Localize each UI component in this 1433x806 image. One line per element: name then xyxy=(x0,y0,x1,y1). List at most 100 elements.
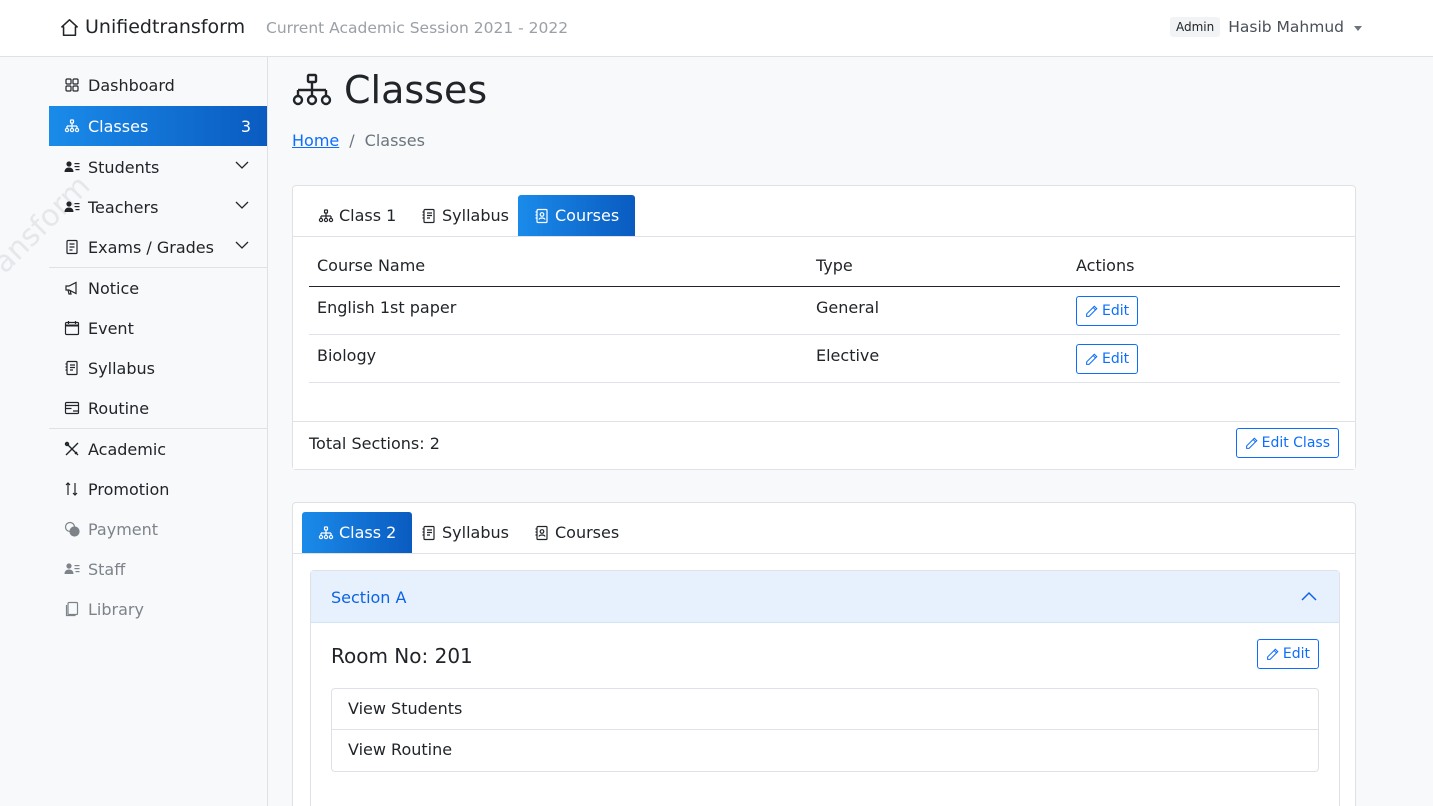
sidebar-item-label: Teachers xyxy=(88,197,159,217)
button-label: Edit xyxy=(1102,303,1130,319)
megaphone-icon xyxy=(64,280,80,296)
journal-person-icon xyxy=(535,208,548,223)
tab-label: Syllabus xyxy=(442,523,509,542)
sidebar-item-label: Promotion xyxy=(88,479,170,499)
brand-name: Unifiedtransform xyxy=(85,16,246,38)
sidebar-item-teachers[interactable]: Teachers xyxy=(49,187,267,227)
sidebar-item-label: Students xyxy=(88,157,160,177)
sidebar-item-event[interactable]: Event xyxy=(49,308,267,348)
actions-cell: Edit xyxy=(1068,286,1340,335)
journal-text-icon xyxy=(422,208,435,223)
pencil-icon xyxy=(1086,352,1098,365)
sidebar-item-label: Event xyxy=(88,318,134,338)
edit-course-button[interactable]: Edit xyxy=(1076,344,1139,374)
sidebar-item-classes[interactable]: Classes 3 xyxy=(49,106,267,146)
file-text-icon xyxy=(64,239,80,255)
column-header: Actions xyxy=(1068,256,1340,287)
button-label: Edit xyxy=(1282,646,1310,662)
breadcrumb-separator: / xyxy=(349,131,355,150)
journal-text-icon xyxy=(422,525,435,540)
hierarchy-icon xyxy=(292,73,332,106)
sidebar-item-label: Payment xyxy=(88,519,159,539)
classes-count-badge: 3 xyxy=(240,117,251,136)
sidebar-item-dashboard[interactable]: Dashboard xyxy=(49,65,267,105)
chevron-down-icon[interactable] xyxy=(235,241,249,250)
tab-syllabus[interactable]: Syllabus xyxy=(405,195,525,236)
course-type: Elective xyxy=(808,334,1068,383)
button-label: Edit Class xyxy=(1261,435,1330,451)
sidebar-item-label: Library xyxy=(88,599,144,619)
sidebar-item-label: Syllabus xyxy=(88,358,155,378)
sidebar-item-promotion[interactable]: Promotion xyxy=(49,469,267,509)
caret-down-icon[interactable] xyxy=(1354,25,1363,31)
hierarchy-icon xyxy=(318,525,334,539)
sidebar-item-syllabus[interactable]: Syllabus xyxy=(49,348,267,388)
tab-label: Syllabus xyxy=(442,206,509,225)
pencil-icon xyxy=(1245,436,1258,449)
sidebar-item-routine[interactable]: Routine xyxy=(49,388,267,428)
room-number: Room No: 201 xyxy=(331,644,473,668)
card-footer: Total Sections: 2 Edit Class xyxy=(293,421,1355,469)
course-name: English 1st paper xyxy=(309,286,808,335)
courses-table: Course Name Type Actions English 1st pap… xyxy=(309,256,1340,383)
tab-courses[interactable]: Courses xyxy=(518,195,636,236)
edit-class-button[interactable]: Edit Class xyxy=(1235,428,1339,458)
sidebar-item-payment[interactable]: Payment xyxy=(49,509,267,549)
breadcrumb: Home / Classes xyxy=(292,131,425,150)
button-label: Edit xyxy=(1102,351,1130,367)
calendar-icon xyxy=(64,320,80,336)
sidebar-item-library[interactable]: Library xyxy=(49,589,267,629)
view-routine-link[interactable]: View Routine xyxy=(332,730,1318,771)
actions-cell: Edit xyxy=(1068,334,1340,383)
calendar-range-icon xyxy=(64,400,80,416)
tab-syllabus[interactable]: Syllabus xyxy=(405,512,525,553)
edit-section-button[interactable]: Edit xyxy=(1256,639,1319,669)
chevron-up-icon[interactable] xyxy=(1301,591,1317,601)
sidebar-item-students[interactable]: Students xyxy=(49,147,267,187)
sidebar-item-label: Exams / Grades xyxy=(88,237,214,257)
brand-link[interactable]: Unifiedtransform xyxy=(60,16,245,38)
class-card: Class 2 Syllabus Courses Section A Room … xyxy=(292,502,1356,806)
tab-courses[interactable]: Courses xyxy=(518,512,635,553)
sidebar-item-label: Dashboard xyxy=(88,75,175,95)
sidebar-item-label: Classes xyxy=(88,116,149,136)
view-students-link[interactable]: View Students xyxy=(332,689,1318,730)
class-tabs: Class 1 Syllabus Courses xyxy=(293,186,1355,237)
tab-class-1[interactable]: Class 1 xyxy=(302,195,412,236)
column-header: Type xyxy=(808,256,1068,287)
tab-label: Courses xyxy=(555,206,620,225)
tab-label: Class 2 xyxy=(339,523,397,542)
chevron-down-icon[interactable] xyxy=(235,161,249,170)
sidebar-item-exams-grades[interactable]: Exams / Grades xyxy=(49,227,267,267)
grid-icon xyxy=(64,77,80,93)
accordion-header[interactable]: Section A xyxy=(311,571,1339,623)
table-row: English 1st paper General Edit xyxy=(309,286,1340,335)
academic-session: Current Academic Session 2021 - 2022 xyxy=(266,19,569,37)
user-name[interactable]: Hasib Mahmud xyxy=(1228,18,1344,36)
sidebar-item-academic[interactable]: Academic xyxy=(49,429,267,469)
journals-icon xyxy=(64,601,80,617)
section-links: View Students View Routine xyxy=(331,688,1319,772)
journal-text-icon xyxy=(64,360,80,376)
chevron-down-icon[interactable] xyxy=(235,201,249,210)
total-sections: Total Sections: 2 xyxy=(309,434,440,453)
pencil-icon xyxy=(1266,647,1279,660)
tools-icon xyxy=(64,441,80,457)
breadcrumb-current: Classes xyxy=(364,131,425,150)
user-menu[interactable]: Admin Hasib Mahmud xyxy=(1170,17,1363,37)
edit-course-button[interactable]: Edit xyxy=(1076,296,1139,326)
course-type: General xyxy=(808,286,1068,335)
class-tabs: Class 2 Syllabus Courses xyxy=(293,503,1355,554)
page-title-text: Classes xyxy=(344,68,488,112)
sidebar-item-label: Notice xyxy=(88,278,140,298)
sort-arrows-icon xyxy=(64,481,80,497)
section-title: Section A xyxy=(331,588,407,607)
sidebar-item-notice[interactable]: Notice xyxy=(49,268,267,308)
pencil-icon xyxy=(1086,304,1098,317)
sidebar-item-staff[interactable]: Staff xyxy=(49,549,267,589)
sidebar-item-label: Staff xyxy=(88,559,126,579)
tab-class-2[interactable]: Class 2 xyxy=(302,512,413,553)
breadcrumb-home-link[interactable]: Home xyxy=(292,131,339,150)
role-badge: Admin xyxy=(1170,17,1221,37)
top-navbar: Unifiedtransform Current Academic Sessio… xyxy=(0,0,1433,57)
